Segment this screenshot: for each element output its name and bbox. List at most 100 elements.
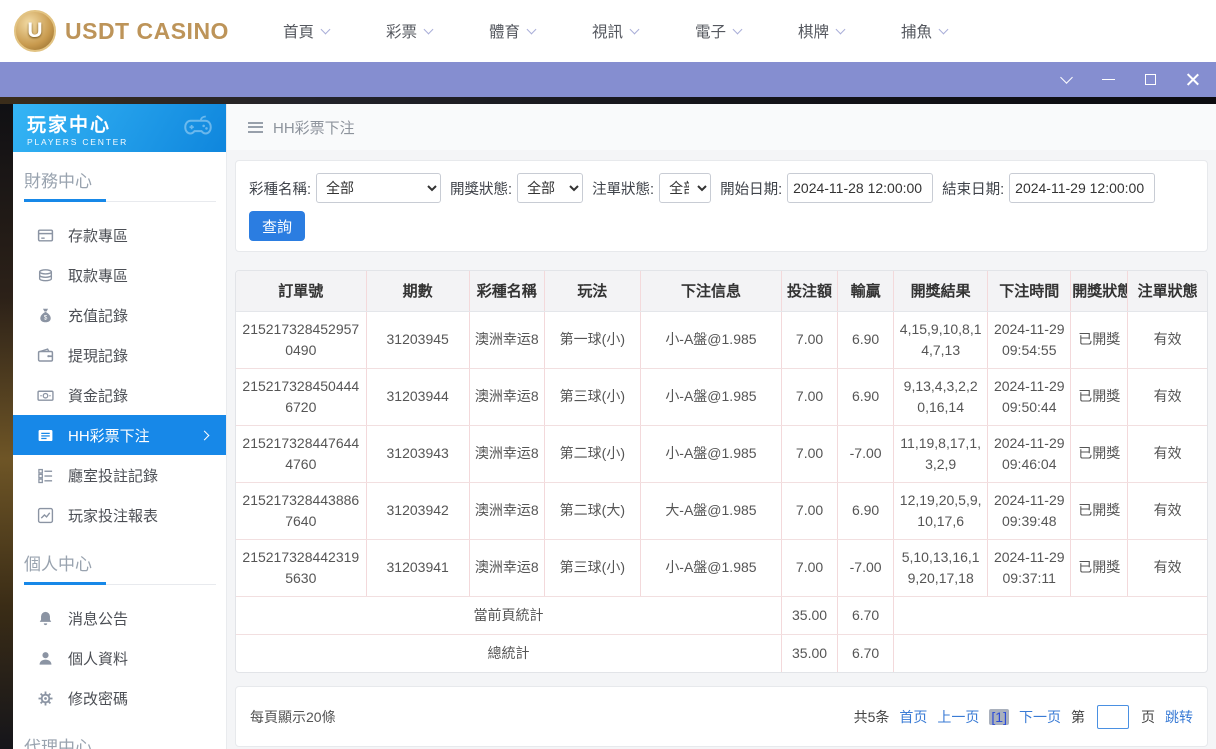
draw-status-select[interactable]: 全部 (517, 173, 584, 203)
sidebar-item-withdraw-area[interactable]: 取款專區 (13, 255, 226, 295)
window-maximize-icon[interactable] (1143, 72, 1158, 87)
deposit-icon (37, 227, 54, 244)
summary-cell: 6.70 (837, 634, 895, 672)
table-cell: 7.00 (781, 311, 839, 369)
sidebar-section-title: 代理中心 (24, 738, 92, 749)
table-cell: 2152173284438867640 (236, 482, 367, 540)
table-cell: 第二球(小) (544, 425, 641, 483)
nav-item-label: 電子 (695, 24, 727, 41)
bets-table: 訂單號 期數 彩種名稱 玩法 下注信息 投注額 輸贏 開獎結果 下注時間 開獎狀態 注單狀態 215… (236, 271, 1207, 672)
sidebar-item-label: 廳室投註記錄 (68, 467, 159, 485)
sidebar-item-hh-lottery-bets[interactable]: HH彩票下注 (13, 415, 226, 455)
sidebar-item-change-password[interactable]: 修改密碼 (13, 678, 226, 718)
brand-logo[interactable]: U USDT CASINO (14, 10, 229, 52)
summary-cell: 6.70 (837, 596, 895, 635)
end-date-input[interactable] (1009, 173, 1156, 203)
nav-item-home[interactable]: 首頁 (283, 20, 331, 42)
pagination-prev[interactable]: 上一页 (937, 707, 979, 727)
nav-item-label: 彩票 (385, 24, 417, 41)
sidebar-item-recharge-records[interactable]: $ 充值記錄 (13, 295, 226, 335)
table-cell: 2152173284476444760 (236, 425, 367, 483)
table-footer: 每頁顯示20條 共5条 首页 上一页 [1] 下一页 第 页 跳转 (235, 686, 1208, 747)
window-minimize-icon[interactable] (1101, 72, 1116, 87)
app-window: U USDT CASINO 首頁 彩票 體育 視訊 電子 棋牌 捕魚 玩家中心 PLAYER… (0, 0, 1216, 749)
table-cell: 第二球(大) (544, 482, 641, 540)
sidebar-item-label: 資金記錄 (68, 387, 129, 405)
table-row: 2152173284423195630 31203941 澳洲幸运8 第三球(小) 小-… (236, 539, 1207, 597)
pagination-current[interactable]: [1] (989, 708, 1009, 725)
nav-item-sports[interactable]: 體育 (489, 20, 537, 42)
table-cell: 6.90 (837, 311, 895, 369)
start-date-input[interactable] (787, 173, 934, 203)
hamburger-icon[interactable] (248, 121, 263, 133)
hall-record-icon (37, 467, 54, 484)
sidebar-item-deposit-area[interactable]: 存款專區 (13, 215, 226, 255)
table-cell: 小-A盤@1.985 (640, 425, 783, 483)
chevron-down-icon (526, 24, 537, 34)
page-number-input[interactable] (1097, 704, 1129, 729)
lottery-select[interactable]: 全部 (316, 173, 442, 203)
table-cell: 2152173284423195630 (236, 539, 367, 597)
table-cell: 31203945 (366, 311, 470, 369)
table-cell: 大-A盤@1.985 (640, 482, 783, 540)
section-underline (24, 582, 216, 585)
table-cell: 已開獎 (1070, 539, 1129, 597)
nav-item-slots[interactable]: 電子 (695, 20, 743, 42)
table-cell: 澳洲幸运8 (469, 482, 545, 540)
search-button[interactable]: 查詢 (249, 211, 305, 241)
funds-icon (37, 387, 54, 404)
sidebar-item-label: 個人資料 (68, 650, 129, 668)
recharge-icon: $ (37, 307, 54, 324)
pagination-jump[interactable]: 跳转 (1165, 707, 1193, 727)
table-cell: 有效 (1127, 425, 1207, 483)
pagination-first[interactable]: 首页 (899, 707, 927, 727)
column-header: 期數 (366, 271, 470, 312)
page-summary-row: 當前頁統計 35.00 6.70 (236, 596, 1207, 635)
table-cell: 小-A盤@1.985 (640, 311, 783, 369)
withdrawal-record-icon (37, 347, 54, 364)
nav-item-lottery[interactable]: 彩票 (385, 20, 434, 42)
sidebar-item-label: 取款專區 (68, 267, 129, 285)
chevron-down-icon (938, 24, 949, 34)
table-cell: -7.00 (837, 539, 895, 597)
table-cell: 31203944 (366, 368, 470, 426)
profile-icon (37, 650, 54, 667)
nav-item-live[interactable]: 視訊 (592, 20, 640, 42)
table-cell: 澳洲幸运8 (469, 368, 545, 426)
start-date-label: 開始日期: (720, 181, 783, 198)
sidebar-item-withdrawal-records[interactable]: 提現記錄 (13, 335, 226, 375)
lottery-name-label: 彩種名稱: (249, 181, 312, 198)
table-cell: 5,10,13,16,19,20,17,18 (893, 539, 989, 597)
nav-item-label: 棋牌 (798, 24, 830, 41)
nav-item-label: 捕魚 (901, 24, 933, 41)
nav-item-cards[interactable]: 棋牌 (798, 20, 846, 42)
sidebar-item-player-bet-report[interactable]: 玩家投注報表 (13, 495, 226, 535)
column-header: 下注信息 (640, 271, 783, 312)
table-cell: 12,19,20,5,9,10,17,6 (893, 482, 989, 540)
sidebar-item-hall-bet-records[interactable]: 廳室投註記錄 (13, 455, 226, 495)
site-header: U USDT CASINO 首頁 彩票 體育 視訊 電子 棋牌 捕魚 (0, 0, 1216, 62)
table-cell: 31203942 (366, 482, 470, 540)
chevron-down-icon (423, 24, 434, 34)
nav-item-fishing[interactable]: 捕魚 (901, 20, 949, 42)
table-cell: 有效 (1127, 368, 1207, 426)
window-close-icon[interactable] (1185, 72, 1200, 87)
table-cell: 有效 (1127, 482, 1207, 540)
page-size-text: 每頁顯示20條 (250, 708, 336, 725)
summary-cell: 當前頁統計 (236, 596, 783, 635)
table-cell: 7.00 (781, 425, 839, 483)
sidebar-item-label: 修改密碼 (68, 690, 129, 708)
summary-cell: 35.00 (781, 596, 839, 635)
draw-status-label: 開獎狀態: (450, 181, 513, 198)
sidebar-section-title: 個人中心 (24, 555, 92, 574)
window-titlebar (0, 62, 1216, 97)
sidebar-item-notices[interactable]: 消息公告 (13, 598, 226, 638)
order-status-select[interactable]: 全部 (659, 173, 712, 203)
pagination-next[interactable]: 下一页 (1019, 707, 1061, 727)
window-collapse-icon[interactable] (1059, 71, 1074, 87)
table-cell: 有效 (1127, 311, 1207, 369)
sidebar-item-funds-records[interactable]: 資金記錄 (13, 375, 226, 415)
table-cell: 2024-11-29 09:37:11 (987, 539, 1072, 597)
table-cell: 第三球(小) (544, 539, 641, 597)
sidebar-item-profile[interactable]: 個人資料 (13, 638, 226, 678)
